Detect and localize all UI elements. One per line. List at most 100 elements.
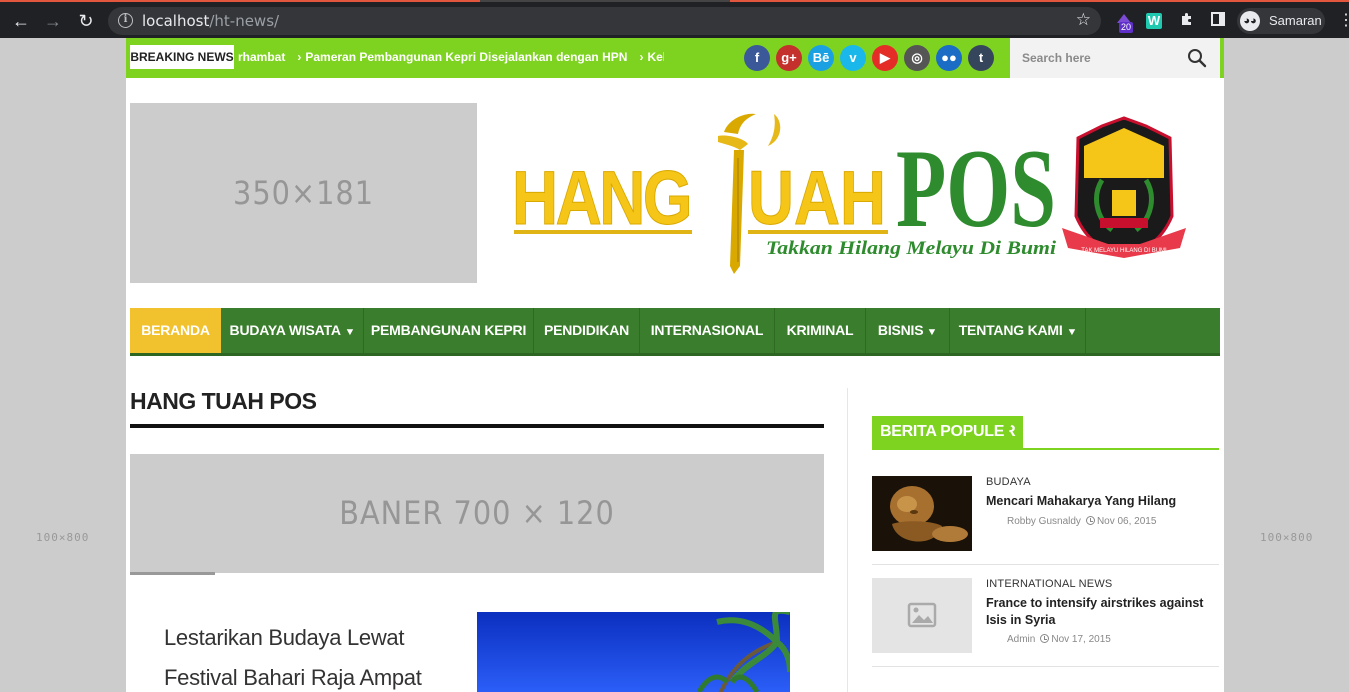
- nav-item-beranda[interactable]: BERANDA: [130, 308, 221, 353]
- popular-news-title: BERITA POPULER: [872, 416, 1024, 448]
- popular-separator: [872, 564, 1219, 565]
- header-ad-350[interactable]: 350×181: [130, 103, 477, 283]
- youtube-icon[interactable]: ▶: [872, 45, 898, 71]
- banner-ad-700[interactable]: BANER 700 × 120: [130, 454, 824, 573]
- nav-item-internasional[interactable]: INTERNASIONAL: [640, 308, 775, 353]
- main-nav: BERANDA BUDAYA WISATA ▼ PEMBANGUNAN KEPRI PE…: [130, 308, 1220, 356]
- chevron-right-icon: ›: [297, 50, 302, 64]
- popular-item-category[interactable]: BUDAYA: [986, 476, 1031, 488]
- nav-item-label: INTERNASIONAL: [650, 322, 764, 338]
- facebook-icon[interactable]: f: [744, 45, 770, 71]
- logo-uah: UAH: [748, 156, 886, 241]
- search-input[interactable]: [1022, 48, 1172, 68]
- page-container: BREAKING NEWS rhambat › Pameran Pembanguna…: [126, 38, 1224, 692]
- popular-item-title[interactable]: France to intensify airstrikes against I…: [986, 595, 1216, 629]
- emblem-ribbon: TAK MELAYU HILANG DI BUMI: [1081, 248, 1167, 254]
- popular-item-date: Nov 17, 2015: [1051, 634, 1111, 645]
- side-panel-icon[interactable]: [1208, 11, 1228, 31]
- column-divider: [847, 388, 848, 692]
- tab-strip-edge: [0, 0, 1349, 2]
- back-icon[interactable]: ←: [10, 10, 32, 32]
- popular-item-meta: Admin Nov 17, 2015: [1007, 634, 1111, 645]
- chevron-down-icon: ▼: [926, 327, 938, 338]
- nav-item-bisnis[interactable]: BISNIS ▼: [866, 308, 950, 353]
- nav-item-label: KRIMINAL: [786, 322, 854, 338]
- address-bar[interactable]: i localhost/ht-news/ ☆: [108, 7, 1101, 35]
- instagram-icon[interactable]: ◎: [904, 45, 930, 71]
- vimeo-icon[interactable]: v: [840, 45, 866, 71]
- nav-item-label: PENDIDIKAN: [543, 322, 630, 338]
- logo-tagline: Takkan Hilang Melayu Di Bumi: [766, 238, 1057, 259]
- nav-item-label: BISNIS: [877, 322, 924, 338]
- chevron-down-icon: ▼: [1066, 327, 1077, 338]
- search-icon[interactable]: [1187, 48, 1207, 68]
- address-url[interactable]: localhost/ht-news/: [142, 12, 279, 30]
- chevron-right-icon: ›: [639, 50, 644, 64]
- nav-item-kriminal[interactable]: KRIMINAL: [775, 308, 866, 353]
- popular-item-meta: Robby Gusnaldy Nov 06, 2015: [1007, 516, 1156, 527]
- browser-menu-icon[interactable]: ⋮: [1338, 12, 1349, 30]
- popular-item-thumbnail[interactable]: [872, 578, 972, 653]
- logo-hang: HANG: [512, 156, 690, 241]
- breaking-news-label: BREAKING NEWS: [130, 45, 234, 69]
- popular-news-rule: [872, 448, 1219, 450]
- topbar-edge: [1220, 38, 1224, 78]
- ticker-item[interactable]: rhambat: [238, 38, 285, 76]
- popular-item[interactable]: BUDAYA Mencari Mahakarya Yang Hilang Rob…: [872, 476, 1219, 556]
- browser-toolbar: ← → ↻ i localhost/ht-news/ ☆ 20 W ◕◕ Sam…: [0, 0, 1349, 38]
- popular-separator: [872, 666, 1219, 667]
- clock-icon: [1085, 516, 1095, 525]
- reload-icon[interactable]: ↻: [75, 10, 97, 32]
- popular-item-thumbnail[interactable]: [872, 476, 972, 551]
- featured-article-image[interactable]: [477, 612, 790, 692]
- search-box: [1010, 38, 1220, 78]
- popular-item-author[interactable]: Admin: [1007, 634, 1035, 645]
- kepri-emblem-icon: TAK MELAYU HILANG DI BUMI: [1062, 116, 1186, 258]
- url-path: /ht-news/: [209, 12, 280, 30]
- section-title-rule: [130, 424, 824, 428]
- left-side-ad[interactable]: 100×800: [36, 531, 89, 544]
- tumblr-icon[interactable]: t: [968, 45, 994, 71]
- url-host: localhost: [142, 12, 210, 30]
- extension-w-icon[interactable]: W: [1146, 13, 1162, 29]
- top-bar: BREAKING NEWS rhambat › Pameran Pembanguna…: [126, 38, 1224, 78]
- behance-icon[interactable]: Bē: [808, 45, 834, 71]
- ticker-item[interactable]: Pameran Pembangunan Kepri Disejalankan d…: [305, 38, 627, 76]
- banner-indicator: [130, 572, 215, 575]
- featured-article-title[interactable]: Lestarikan Budaya Lewat Festival Bahari …: [164, 618, 454, 692]
- extensions-puzzle-icon[interactable]: [1177, 11, 1197, 31]
- image-placeholder-icon: [907, 602, 937, 628]
- popular-item-date: Nov 06, 2015: [1096, 516, 1157, 527]
- popular-item-category[interactable]: INTERNATIONAL NEWS: [986, 578, 1112, 590]
- nav-item-pembangunan-kepri[interactable]: PEMBANGUNAN KEPRI: [364, 308, 534, 353]
- forward-icon[interactable]: →: [42, 10, 64, 32]
- popular-item[interactable]: INTERNATIONAL NEWS France to intensify a…: [872, 578, 1219, 658]
- flickr-icon[interactable]: ●●: [936, 45, 962, 71]
- nav-item-label: BUDAYA WISATA: [229, 322, 341, 338]
- popular-item-author[interactable]: Robby Gusnaldy: [1007, 516, 1081, 527]
- nav-item-tentang-kami[interactable]: TENTANG KAMI ▼: [950, 308, 1086, 353]
- title-tab-corner: [1004, 416, 1014, 448]
- nav-item-label: BERANDA: [141, 322, 210, 338]
- chevron-down-icon: ▼: [344, 327, 355, 338]
- popular-news-header: BERITA POPULER: [872, 416, 1219, 450]
- profile-name: Samaran: [1269, 13, 1322, 28]
- breaking-news-strip: BREAKING NEWS rhambat › Pameran Pembanguna…: [126, 38, 1010, 78]
- section-title: HANG TUAH POS: [130, 388, 317, 414]
- logo-pos: POS: [896, 127, 1056, 251]
- right-side-ad[interactable]: 100×800: [1260, 531, 1313, 544]
- nav-item-budaya-wisata[interactable]: BUDAYA WISATA ▼: [221, 308, 364, 353]
- profile-button[interactable]: ◕◕ Samaran: [1237, 8, 1325, 34]
- nav-item-pendidikan[interactable]: PENDIDIKAN: [534, 308, 640, 353]
- bookmark-star-icon[interactable]: ☆: [1076, 10, 1091, 30]
- nav-item-label: TENTANG KAMI: [958, 322, 1063, 338]
- google-plus-icon[interactable]: g+: [776, 45, 802, 71]
- popular-item-title[interactable]: Mencari Mahakarya Yang Hilang: [986, 493, 1216, 510]
- site-info-icon[interactable]: i: [118, 13, 133, 28]
- clock-icon: [1040, 634, 1050, 643]
- site-logo[interactable]: HANG UAH POS Takkan Hilang Melayu Di Bum…: [512, 106, 1204, 282]
- extension-badge: 20: [1119, 22, 1134, 33]
- nav-item-label: PEMBANGUNAN KEPRI: [370, 322, 527, 338]
- incognito-avatar-icon: ◕◕: [1240, 11, 1260, 31]
- ticker-item[interactable]: Kebutuha: [647, 38, 664, 76]
